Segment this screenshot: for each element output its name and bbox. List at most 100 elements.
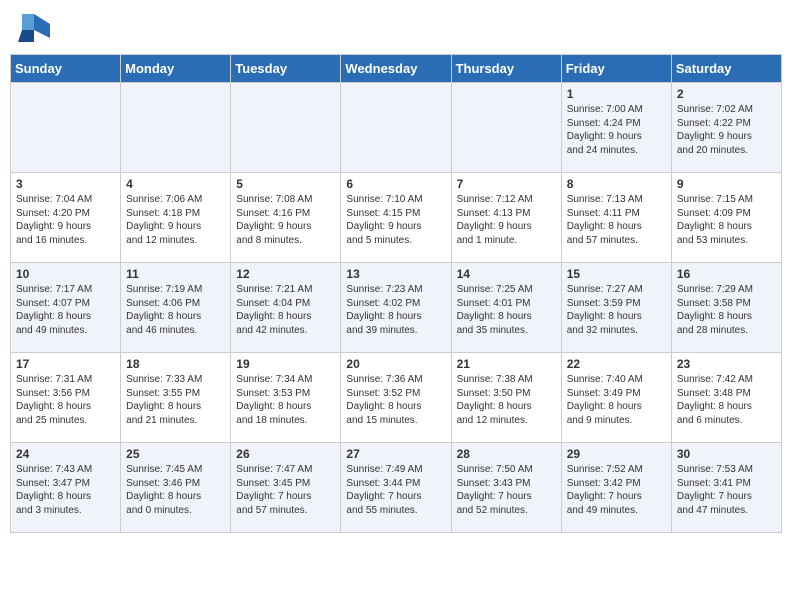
day-number: 28: [457, 447, 556, 461]
day-info: Sunrise: 7:21 AM Sunset: 4:04 PM Dayligh…: [236, 283, 335, 337]
calendar-cell: 13 Sunrise: 7:23 AM Sunset: 4:02 PM Dayli…: [341, 263, 451, 353]
calendar-cell: 12 Sunrise: 7:21 AM Sunset: 4:04 PM Dayli…: [231, 263, 341, 353]
day-number: 30: [677, 447, 776, 461]
day-info: Sunrise: 7:40 AM Sunset: 3:49 PM Dayligh…: [567, 373, 666, 427]
calendar-body: 1 Sunrise: 7:00 AM Sunset: 4:24 PM Daylig…: [11, 83, 782, 533]
day-number: 9: [677, 177, 776, 191]
calendar-cell: 14 Sunrise: 7:25 AM Sunset: 4:01 PM Dayli…: [451, 263, 561, 353]
day-number: 15: [567, 267, 666, 281]
day-number: 4: [126, 177, 225, 191]
calendar-cell: 26 Sunrise: 7:47 AM Sunset: 3:45 PM Dayli…: [231, 443, 341, 533]
day-number: 26: [236, 447, 335, 461]
calendar-cell: 11 Sunrise: 7:19 AM Sunset: 4:06 PM Dayli…: [121, 263, 231, 353]
calendar-cell: 17 Sunrise: 7:31 AM Sunset: 3:56 PM Dayli…: [11, 353, 121, 443]
day-number: 12: [236, 267, 335, 281]
calendar-cell: 8Sunrise: 7:13 AM Sunset: 4:11 PM Daylig…: [561, 173, 671, 263]
day-number: 3: [16, 177, 115, 191]
day-number: 24: [16, 447, 115, 461]
day-info: Sunrise: 7:36 AM Sunset: 3:52 PM Dayligh…: [346, 373, 445, 427]
day-info: Sunrise: 7:34 AM Sunset: 3:53 PM Dayligh…: [236, 373, 335, 427]
calendar-cell: 15 Sunrise: 7:27 AM Sunset: 3:59 PM Dayli…: [561, 263, 671, 353]
weekday-header-saturday: Saturday: [671, 55, 781, 83]
day-number: 29: [567, 447, 666, 461]
day-info: Sunrise: 7:08 AM Sunset: 4:16 PM Dayligh…: [236, 193, 335, 247]
calendar-cell: 20 Sunrise: 7:36 AM Sunset: 3:52 PM Dayli…: [341, 353, 451, 443]
day-info: Sunrise: 7:43 AM Sunset: 3:47 PM Dayligh…: [16, 463, 115, 517]
calendar-cell: [231, 83, 341, 173]
calendar-cell: 18 Sunrise: 7:33 AM Sunset: 3:55 PM Dayli…: [121, 353, 231, 443]
calendar-cell: [341, 83, 451, 173]
day-number: 21: [457, 357, 556, 371]
day-info: Sunrise: 7:04 AM Sunset: 4:20 PM Dayligh…: [16, 193, 115, 247]
day-number: 5: [236, 177, 335, 191]
day-number: 7: [457, 177, 556, 191]
weekday-header-monday: Monday: [121, 55, 231, 83]
weekday-header-thursday: Thursday: [451, 55, 561, 83]
calendar-cell: [121, 83, 231, 173]
day-info: Sunrise: 7:23 AM Sunset: 4:02 PM Dayligh…: [346, 283, 445, 337]
calendar-cell: [11, 83, 121, 173]
calendar-table: SundayMondayTuesdayWednesdayThursdayFrid…: [10, 54, 782, 533]
day-number: 13: [346, 267, 445, 281]
day-info: Sunrise: 7:00 AM Sunset: 4:24 PM Dayligh…: [567, 103, 666, 157]
calendar-cell: 30 Sunrise: 7:53 AM Sunset: 3:41 PM Dayli…: [671, 443, 781, 533]
calendar-cell: 1 Sunrise: 7:00 AM Sunset: 4:24 PM Daylig…: [561, 83, 671, 173]
day-number: 20: [346, 357, 445, 371]
calendar-cell: 10Sunrise: 7:17 AM Sunset: 4:07 PM Dayli…: [11, 263, 121, 353]
logo-icon: [14, 10, 50, 46]
day-info: Sunrise: 7:02 AM Sunset: 4:22 PM Dayligh…: [677, 103, 776, 157]
day-number: 17: [16, 357, 115, 371]
weekday-header-friday: Friday: [561, 55, 671, 83]
day-info: Sunrise: 7:10 AM Sunset: 4:15 PM Dayligh…: [346, 193, 445, 247]
day-info: Sunrise: 7:27 AM Sunset: 3:59 PM Dayligh…: [567, 283, 666, 337]
calendar-cell: 19 Sunrise: 7:34 AM Sunset: 3:53 PM Dayli…: [231, 353, 341, 443]
calendar-cell: 2Sunrise: 7:02 AM Sunset: 4:22 PM Daylig…: [671, 83, 781, 173]
day-number: 18: [126, 357, 225, 371]
day-info: Sunrise: 7:31 AM Sunset: 3:56 PM Dayligh…: [16, 373, 115, 427]
week-row-4: 24 Sunrise: 7:43 AM Sunset: 3:47 PM Dayli…: [11, 443, 782, 533]
calendar-cell: 27Sunrise: 7:49 AM Sunset: 3:44 PM Dayli…: [341, 443, 451, 533]
day-info: Sunrise: 7:47 AM Sunset: 3:45 PM Dayligh…: [236, 463, 335, 517]
page-header: [10, 10, 782, 46]
day-info: Sunrise: 7:13 AM Sunset: 4:11 PM Dayligh…: [567, 193, 666, 247]
week-row-0: 1 Sunrise: 7:00 AM Sunset: 4:24 PM Daylig…: [11, 83, 782, 173]
week-row-1: 3 Sunrise: 7:04 AM Sunset: 4:20 PM Daylig…: [11, 173, 782, 263]
calendar-cell: [451, 83, 561, 173]
day-info: Sunrise: 7:19 AM Sunset: 4:06 PM Dayligh…: [126, 283, 225, 337]
day-info: Sunrise: 7:06 AM Sunset: 4:18 PM Dayligh…: [126, 193, 225, 247]
day-info: Sunrise: 7:15 AM Sunset: 4:09 PM Dayligh…: [677, 193, 776, 247]
calendar-cell: 24 Sunrise: 7:43 AM Sunset: 3:47 PM Dayli…: [11, 443, 121, 533]
calendar-cell: 28 Sunrise: 7:50 AM Sunset: 3:43 PM Dayli…: [451, 443, 561, 533]
day-info: Sunrise: 7:53 AM Sunset: 3:41 PM Dayligh…: [677, 463, 776, 517]
day-number: 1: [567, 87, 666, 101]
weekday-header-row: SundayMondayTuesdayWednesdayThursdayFrid…: [11, 55, 782, 83]
calendar-cell: 22 Sunrise: 7:40 AM Sunset: 3:49 PM Dayli…: [561, 353, 671, 443]
day-info: Sunrise: 7:12 AM Sunset: 4:13 PM Dayligh…: [457, 193, 556, 247]
day-info: Sunrise: 7:25 AM Sunset: 4:01 PM Dayligh…: [457, 283, 556, 337]
day-number: 14: [457, 267, 556, 281]
day-number: 22: [567, 357, 666, 371]
calendar-cell: 9 Sunrise: 7:15 AM Sunset: 4:09 PM Daylig…: [671, 173, 781, 263]
day-info: Sunrise: 7:45 AM Sunset: 3:46 PM Dayligh…: [126, 463, 225, 517]
logo: [14, 10, 54, 46]
day-info: Sunrise: 7:33 AM Sunset: 3:55 PM Dayligh…: [126, 373, 225, 427]
day-number: 19: [236, 357, 335, 371]
calendar-cell: 25 Sunrise: 7:45 AM Sunset: 3:46 PM Dayli…: [121, 443, 231, 533]
calendar-cell: 6 Sunrise: 7:10 AM Sunset: 4:15 PM Daylig…: [341, 173, 451, 263]
week-row-3: 17 Sunrise: 7:31 AM Sunset: 3:56 PM Dayli…: [11, 353, 782, 443]
week-row-2: 10Sunrise: 7:17 AM Sunset: 4:07 PM Dayli…: [11, 263, 782, 353]
day-number: 11: [126, 267, 225, 281]
day-info: Sunrise: 7:38 AM Sunset: 3:50 PM Dayligh…: [457, 373, 556, 427]
day-number: 23: [677, 357, 776, 371]
weekday-header-tuesday: Tuesday: [231, 55, 341, 83]
day-number: 16: [677, 267, 776, 281]
day-info: Sunrise: 7:42 AM Sunset: 3:48 PM Dayligh…: [677, 373, 776, 427]
calendar-cell: 3 Sunrise: 7:04 AM Sunset: 4:20 PM Daylig…: [11, 173, 121, 263]
day-info: Sunrise: 7:50 AM Sunset: 3:43 PM Dayligh…: [457, 463, 556, 517]
day-number: 6: [346, 177, 445, 191]
calendar-cell: 7 Sunrise: 7:12 AM Sunset: 4:13 PM Daylig…: [451, 173, 561, 263]
calendar-header: SundayMondayTuesdayWednesdayThursdayFrid…: [11, 55, 782, 83]
day-info: Sunrise: 7:29 AM Sunset: 3:58 PM Dayligh…: [677, 283, 776, 337]
day-number: 25: [126, 447, 225, 461]
calendar-cell: 16 Sunrise: 7:29 AM Sunset: 3:58 PM Dayli…: [671, 263, 781, 353]
